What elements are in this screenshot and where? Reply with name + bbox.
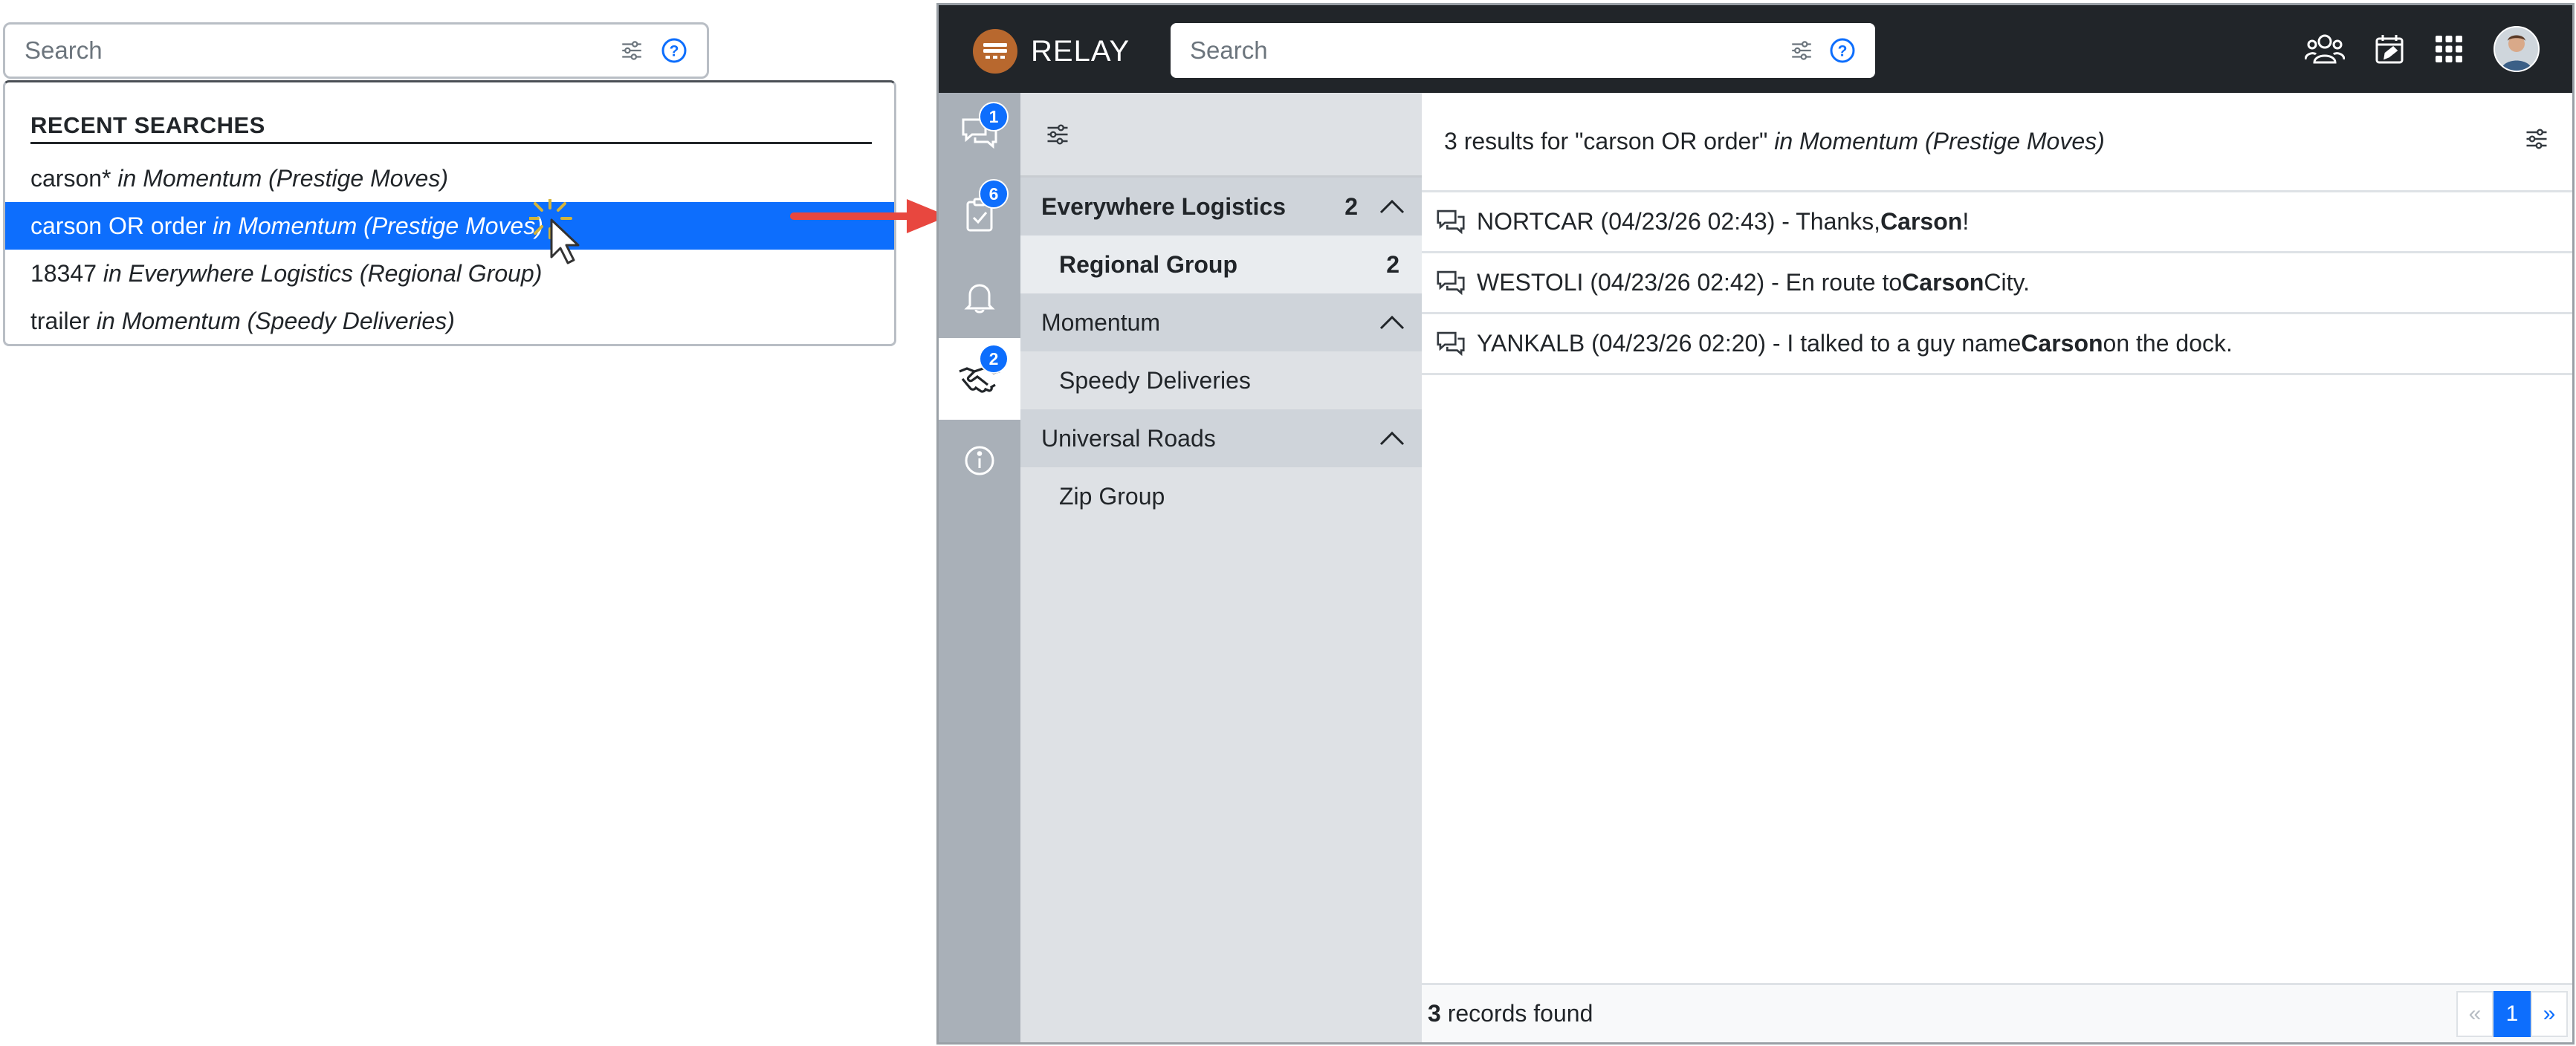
messages-badge: 1 [979,102,1009,131]
users-icon[interactable] [2305,33,2345,65]
filter-sliders-icon[interactable] [619,38,644,63]
org-row-momentum[interactable]: Momentum [1020,293,1422,351]
search-input[interactable]: Search [25,36,603,65]
results-filter-button[interactable] [2523,126,2550,158]
filter-sliders-icon [1047,123,1068,145]
info-icon [965,446,994,475]
app-search-box[interactable]: Search ? [1171,23,1875,78]
pager-page-1[interactable]: 1 [2494,990,2531,1037]
app-search-input[interactable]: Search [1190,36,1774,65]
filter-sliders-icon[interactable] [1789,38,1814,63]
mouse-cursor-icon [528,198,596,270]
recent-search-item[interactable]: carson* in Momentum (Prestige Moves) [5,155,894,202]
chevron-up-icon [1379,315,1405,330]
results-summary: 3 results for "carson OR order" [1444,128,1768,155]
group-row-zip-group[interactable]: Zip Group [1020,467,1422,525]
records-label: records found [1440,1000,1593,1027]
search-box[interactable]: Search ? [3,22,709,79]
tasks-badge: 6 [979,179,1009,209]
results-panel: 3 results for "carson OR order" in Momen… [1422,93,2572,1042]
org-row-universal-roads[interactable]: Universal Roads [1020,409,1422,467]
help-icon[interactable]: ? [661,37,687,64]
svg-text:?: ? [1838,43,1848,60]
group-row-speedy-deliveries[interactable]: Speedy Deliveries [1020,351,1422,409]
rail-deals[interactable]: 2 [939,338,1020,420]
group-row-regional-group[interactable]: Regional Group 2 [1020,235,1422,293]
top-navbar: RELAY Search ? [939,5,2572,93]
relay-logo-icon [973,29,1017,74]
recent-searches-header: RECENT SEARCHES [30,112,872,144]
results-header: 3 results for "carson OR order" in Momen… [1422,93,2572,192]
chat-icon [1435,209,1466,235]
org-row-everywhere-logistics[interactable]: Everywhere Logistics 2 [1020,178,1422,235]
pagination: « 1 » [2456,990,2568,1037]
apps-grid-icon[interactable] [2434,34,2464,64]
results-scope: in Momentum (Prestige Moves) [1774,128,2105,155]
rail-tasks[interactable]: 6 [939,175,1020,256]
brand-name: RELAY [1031,34,1130,68]
svg-text:?: ? [670,43,679,60]
group-filter[interactable] [1020,93,1422,178]
brand[interactable]: RELAY [973,29,1130,74]
recent-search-item-selected[interactable]: carson OR order in Momentum (Prestige Mo… [5,202,894,250]
results-footer: 3 records found « 1 » [1422,983,2572,1042]
group-panel: Everywhere Logistics 2 Regional Group 2 … [1020,93,1422,1042]
side-rail: 1 6 2 [939,93,1020,1042]
pager-next-button[interactable]: » [2531,990,2568,1037]
rail-messages[interactable]: 1 [939,93,1020,175]
recent-search-item[interactable]: trailer in Momentum (Speedy Deliveries) [5,297,894,344]
chevron-up-icon [1379,431,1405,446]
rail-notifications[interactable] [939,256,1020,338]
pager-prev-button[interactable]: « [2456,990,2494,1037]
recent-search-item[interactable]: 18347 in Everywhere Logistics (Regional … [5,250,894,297]
result-row[interactable]: NORTCAR (04/23/26 02:43) - Thanks, Carso… [1422,192,2572,253]
help-icon[interactable]: ? [1829,37,1856,64]
records-count: 3 [1428,1000,1441,1027]
chat-icon [1435,270,1466,296]
app-window: RELAY Search ? 1 6 2 Everywhere Logistic… [936,3,2575,1045]
user-avatar[interactable] [2494,26,2540,72]
bell-icon [964,284,995,314]
result-row[interactable]: YANKALB (04/23/26 02:20) - I talked to a… [1422,314,2572,375]
recent-searches-dropdown: RECENT SEARCHES carson* in Momentum (Pre… [3,80,896,346]
callout-arrow-icon [789,196,953,240]
deals-badge: 2 [979,344,1009,374]
chevron-up-icon [1379,199,1405,214]
calendar-edit-icon[interactable] [2375,33,2404,65]
chat-icon [1435,331,1466,357]
filter-sliders-icon [2526,128,2547,149]
result-row[interactable]: WESTOLI (04/23/26 02:42) - En route to C… [1422,253,2572,314]
rail-info[interactable] [939,420,1020,501]
